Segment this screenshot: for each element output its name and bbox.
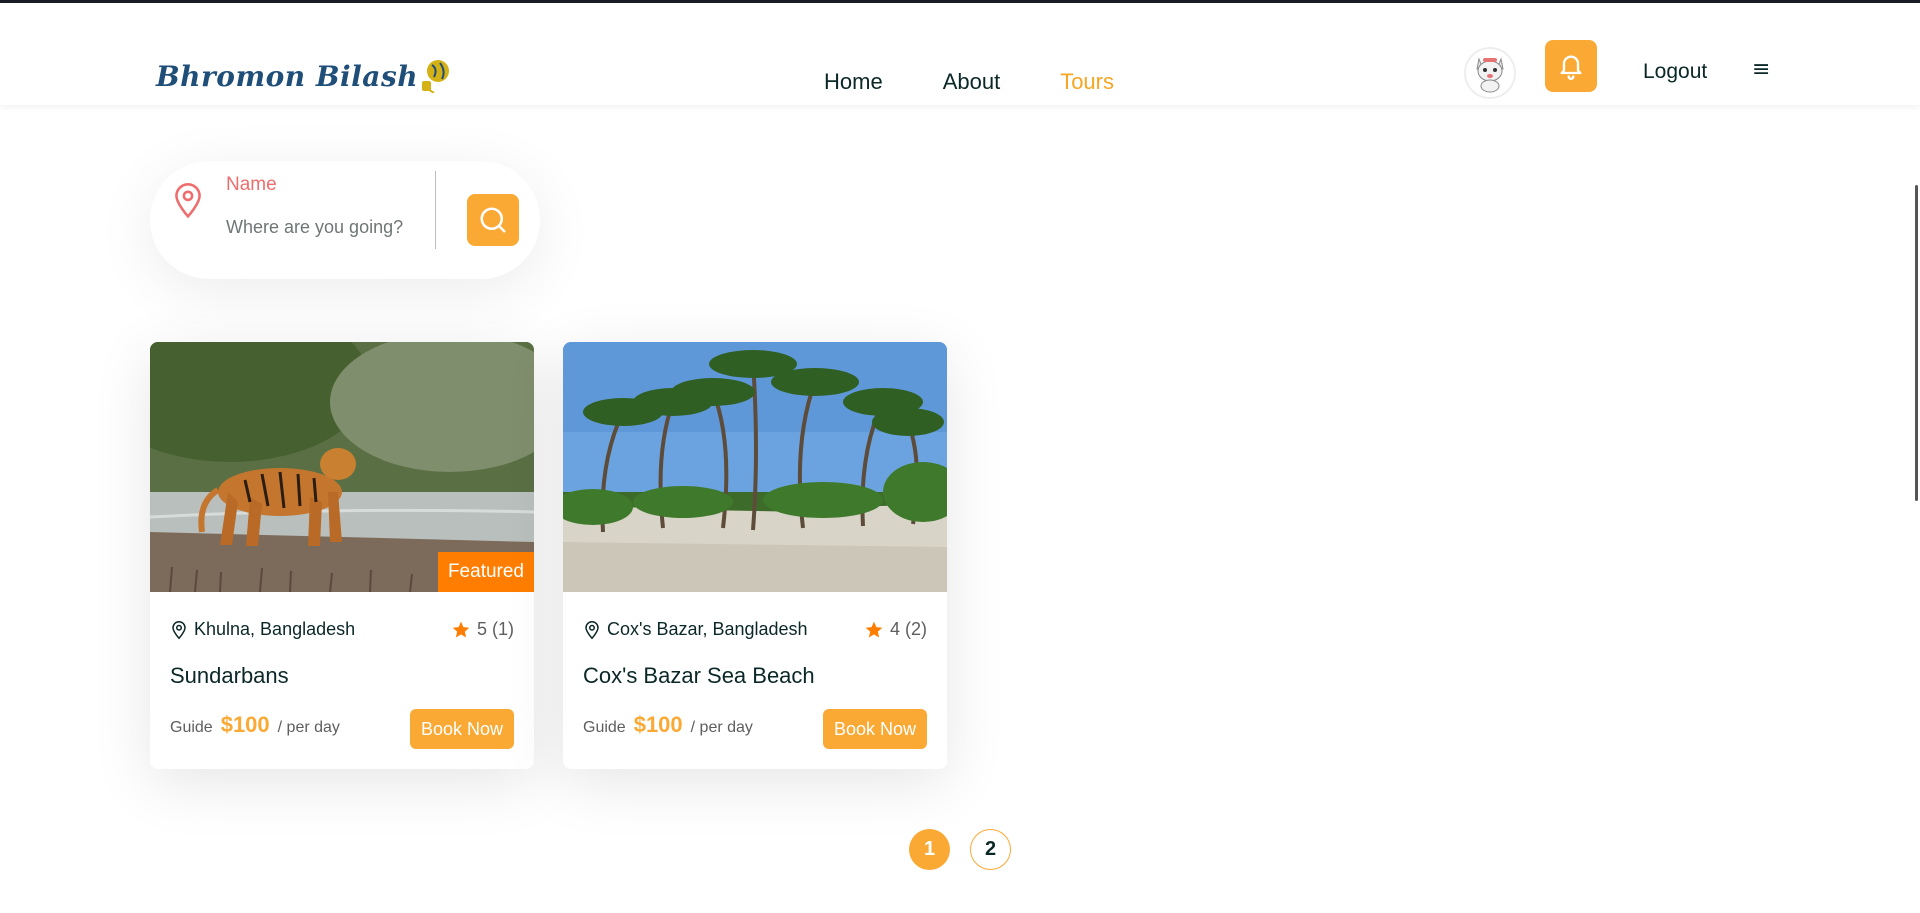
tour-card[interactable]: Featured Khulna, Bangladesh 5 (1) Sundar… [150, 342, 534, 769]
tour-image[interactable] [563, 342, 947, 592]
price-amount: $100 [633, 712, 683, 737]
user-avatar[interactable] [1464, 47, 1516, 99]
hamburger-menu-icon[interactable]: ≡ [1752, 57, 1770, 82]
page-button-1[interactable]: 1 [909, 829, 950, 870]
location-pin-icon [585, 620, 599, 639]
bell-icon [1560, 55, 1582, 80]
tour-card[interactable]: Cox's Bazar, Bangladesh 4 (2) Cox's Baza… [563, 342, 947, 769]
notifications-button[interactable] [1545, 40, 1597, 92]
nav-about[interactable]: About [943, 69, 1001, 95]
logo-text: Bhromon Bilash [156, 59, 419, 93]
search-field-label: Name [226, 174, 277, 195]
tour-title[interactable]: Sundarbans [170, 663, 289, 689]
search-divider [435, 171, 436, 249]
price-amount: $100 [220, 712, 270, 737]
site-header: Bhromon Bilash Home About Tours Logout ≡ [0, 3, 1920, 105]
globe-icon [420, 55, 452, 97]
guide-label: Guide [170, 719, 213, 736]
brand-logo[interactable]: Bhromon Bilash [156, 55, 452, 97]
location-pin-icon [172, 620, 186, 639]
tour-image[interactable]: Featured [150, 342, 534, 592]
search-bar: Name [150, 161, 540, 279]
featured-badge: Featured [437, 552, 534, 592]
location-text: Cox's Bazar, Bangladesh [607, 619, 808, 639]
search-button[interactable] [467, 194, 519, 246]
map-pin-icon [172, 183, 204, 223]
location-text: Khulna, Bangladesh [194, 619, 356, 639]
tour-location: Khulna, Bangladesh [170, 619, 355, 640]
review-count: (2) [905, 619, 927, 639]
review-count: (1) [492, 619, 514, 639]
destination-search-input[interactable] [226, 217, 416, 238]
nav-tours[interactable]: Tours [1060, 69, 1114, 95]
nav-home[interactable]: Home [824, 69, 883, 95]
logout-link[interactable]: Logout [1643, 60, 1707, 84]
book-now-button[interactable]: Book Now [409, 709, 514, 749]
main-nav: Home About Tours [824, 69, 1174, 95]
tour-title[interactable]: Cox's Bazar Sea Beach [583, 663, 815, 689]
star-icon [452, 621, 470, 637]
tour-rating: 5 (1) [451, 619, 514, 640]
star-icon [865, 621, 883, 637]
book-now-button[interactable]: Book Now [822, 709, 927, 749]
price-unit: / per day [277, 719, 340, 736]
rating-score: 4 [889, 619, 900, 639]
tour-price: Guide $100 / per day [583, 712, 753, 738]
price-unit: / per day [690, 719, 753, 736]
cat-avatar-icon [1476, 57, 1504, 93]
page-button-2[interactable]: 2 [970, 829, 1011, 870]
page-scrollbar[interactable] [1915, 185, 1918, 501]
tour-price: Guide $100 / per day [170, 712, 340, 738]
tour-rating: 4 (2) [864, 619, 927, 640]
tour-location: Cox's Bazar, Bangladesh [583, 619, 808, 640]
rating-score: 5 [476, 619, 487, 639]
guide-label: Guide [583, 719, 626, 736]
search-icon [480, 207, 506, 233]
